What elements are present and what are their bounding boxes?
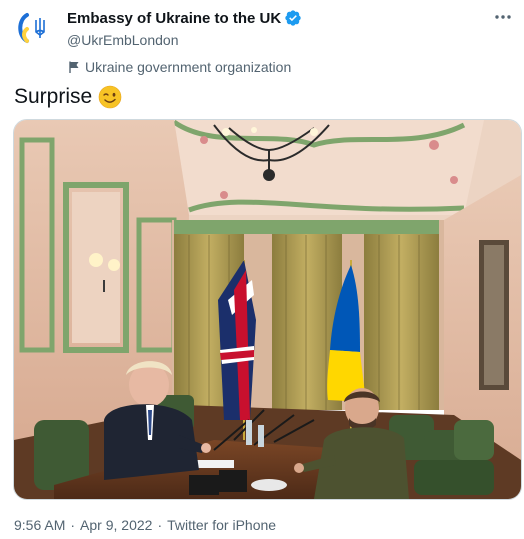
meta-separator: · [157, 517, 163, 533]
more-options-button[interactable] [492, 8, 514, 26]
tweet-metadata: 9:56 AM · Apr 9, 2022 · Twitter for iPho… [14, 516, 276, 534]
name-row: Embassy of Ukraine to the UK [67, 8, 302, 28]
tweet-date[interactable]: Apr 9, 2022 [80, 517, 152, 533]
affiliation-text: Ukraine government organization [85, 59, 292, 75]
tweet-source: Twitter for iPhone [167, 517, 277, 533]
tweet-photo[interactable] [13, 119, 522, 500]
account-header: Embassy of Ukraine to the UK @UkrEmbLond… [67, 8, 302, 76]
affiliation-label[interactable]: Ukraine government organization [67, 58, 302, 76]
handle[interactable]: @UkrEmbLondon [67, 32, 302, 50]
meta-separator: · [70, 517, 76, 533]
tweet-time[interactable]: 9:56 AM [14, 517, 65, 533]
winking-face-emoji [98, 85, 122, 109]
tweet-text-content: Surprise [14, 85, 93, 108]
flag-icon [67, 60, 81, 74]
avatar[interactable] [14, 8, 54, 48]
meeting-photo [14, 120, 521, 499]
tweet-text: Surprise [14, 84, 122, 110]
verified-badge-icon [284, 9, 302, 27]
more-dots-icon [495, 15, 511, 19]
display-name[interactable]: Embassy of Ukraine to the UK [67, 10, 281, 27]
ukraine-trident-logo [18, 13, 45, 43]
tweet-card: Embassy of Ukraine to the UK @UkrEmbLond… [0, 0, 524, 539]
